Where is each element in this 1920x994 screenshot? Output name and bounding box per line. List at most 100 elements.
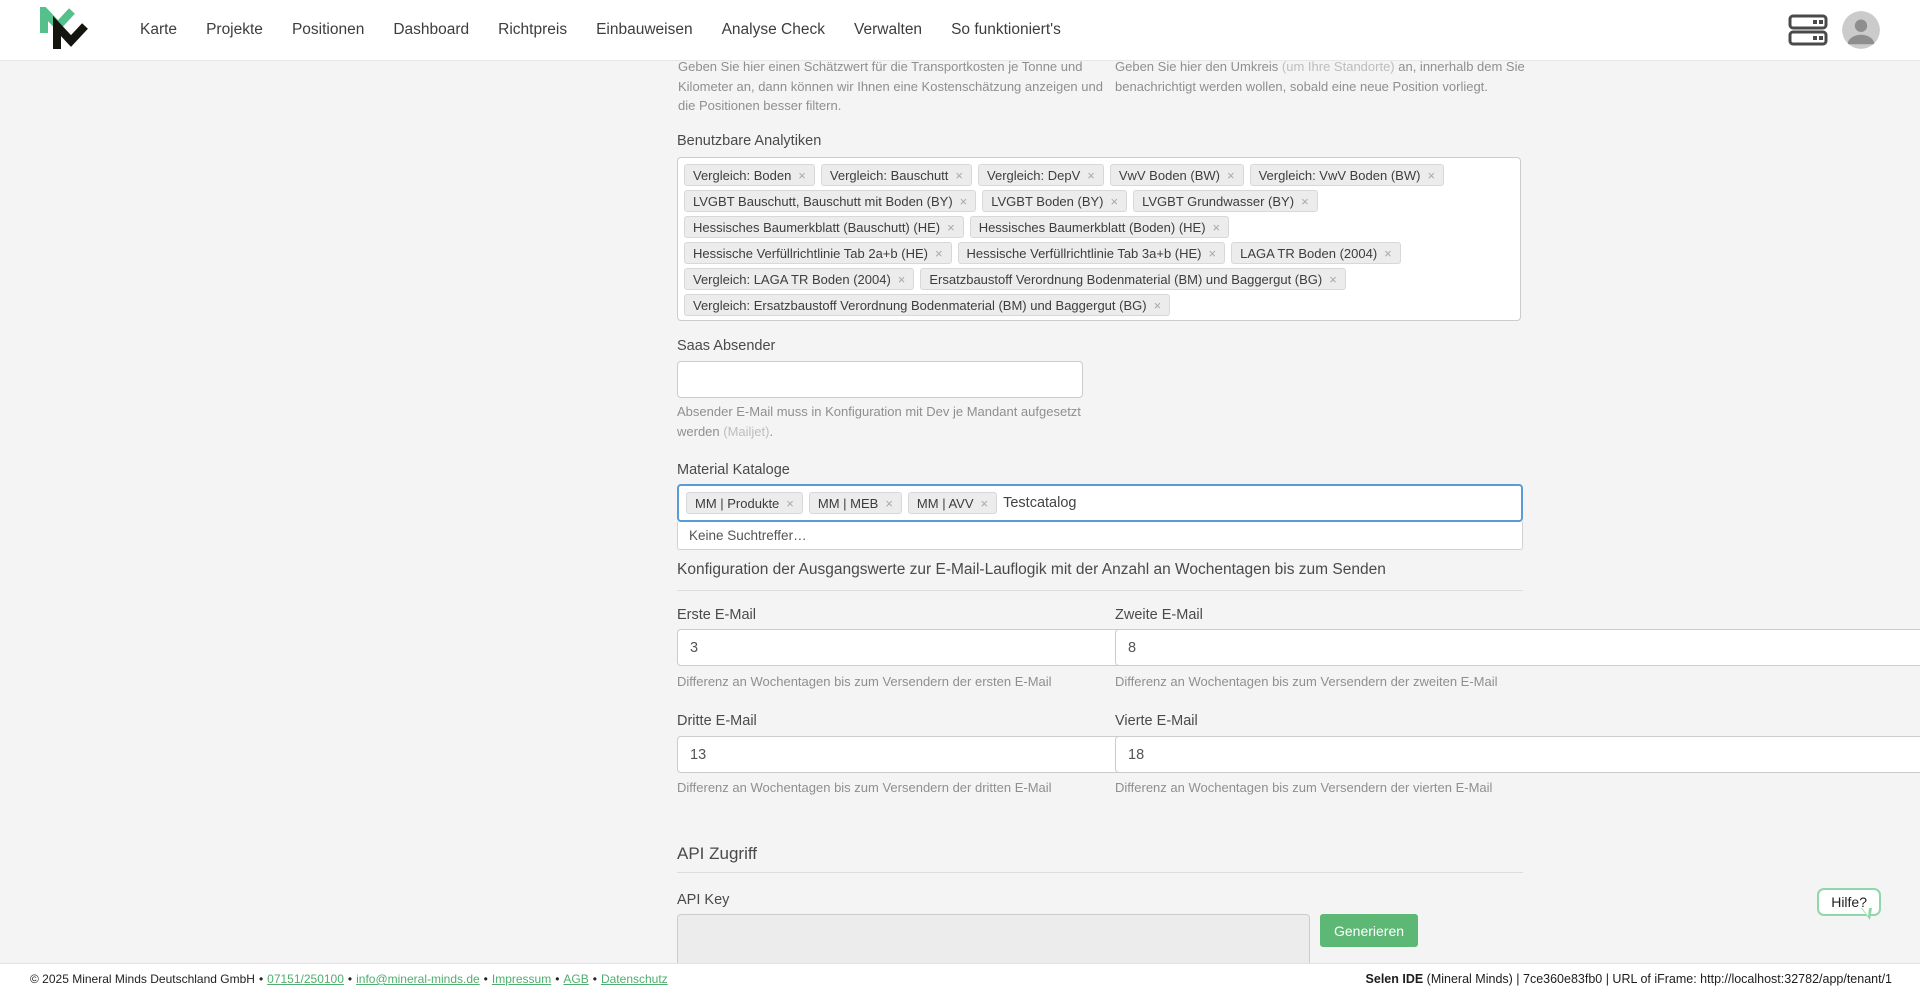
- generate-api-key-button[interactable]: Generieren: [1320, 914, 1418, 947]
- ide-name: Selen IDE: [1366, 972, 1424, 986]
- first-email-help-text: Differenz an Wochentagen bis zum Versend…: [677, 672, 1083, 692]
- material-catalogs-multiselect[interactable]: MM | Produkte × MM | MEB × MM | AVV ×: [677, 484, 1523, 522]
- remove-chip-icon[interactable]: ×: [1213, 221, 1221, 234]
- footer-separator: •: [259, 972, 263, 986]
- navbar-right: [1788, 11, 1880, 49]
- chip-label: VwV Boden (BW): [1119, 168, 1220, 183]
- chip-label: LAGA TR Boden (2004): [1240, 246, 1377, 261]
- saas-sender-input[interactable]: [677, 361, 1083, 398]
- nav-item[interactable]: Projekte: [206, 21, 263, 39]
- catalog-chip: MM | AVV ×: [908, 492, 997, 514]
- nav-item[interactable]: Richtpreis: [498, 21, 567, 39]
- remove-chip-icon[interactable]: ×: [960, 195, 968, 208]
- chip-label: LVGBT Bauschutt, Bauschutt mit Boden (BY…: [693, 194, 953, 209]
- remove-chip-icon[interactable]: ×: [798, 169, 806, 182]
- server-stack-icon[interactable]: [1788, 12, 1828, 48]
- catalog-search-dropdown: Keine Suchtreffer…: [677, 522, 1523, 550]
- nav-item[interactable]: Dashboard: [393, 21, 469, 39]
- remove-chip-icon[interactable]: ×: [981, 497, 989, 510]
- analytics-label: Benutzbare Analytiken: [677, 133, 821, 149]
- analytics-chip: Vergleich: Ersatzbaustoff Verordnung Bod…: [684, 294, 1170, 316]
- footer-link[interactable]: Datenschutz: [601, 972, 668, 986]
- remove-chip-icon[interactable]: ×: [885, 497, 893, 510]
- footer-separator: •: [555, 972, 559, 986]
- catalog-search-input[interactable]: [1003, 495, 1514, 511]
- second-email-label: Zweite E-Mail: [1115, 607, 1523, 623]
- nav-item[interactable]: Karte: [140, 21, 177, 39]
- third-email-help-text: Differenz an Wochentagen bis zum Versend…: [677, 778, 1083, 798]
- chip-label: Hessische Verfüllrichtlinie Tab 3a+b (HE…: [967, 246, 1202, 261]
- api-access-heading: API Zugriff: [677, 844, 757, 864]
- analytics-chip: VwV Boden (BW) ×: [1110, 164, 1244, 186]
- analytics-chip: LVGBT Grundwasser (BY) ×: [1133, 190, 1318, 212]
- chip-label: Vergleich: LAGA TR Boden (2004): [693, 272, 891, 287]
- chip-label: LVGBT Boden (BY): [991, 194, 1103, 209]
- analytics-chip: Hessisches Baumerkblatt (Boden) (HE) ×: [970, 216, 1229, 238]
- analytics-chip: Vergleich: DepV ×: [978, 164, 1104, 186]
- footer-separator: •: [593, 972, 597, 986]
- remove-chip-icon[interactable]: ×: [935, 247, 943, 260]
- analytics-chip: Vergleich: LAGA TR Boden (2004) ×: [684, 268, 914, 290]
- nav-item[interactable]: So funktioniert's: [951, 21, 1061, 39]
- remove-chip-icon[interactable]: ×: [1154, 299, 1162, 312]
- remove-chip-icon[interactable]: ×: [898, 273, 906, 286]
- chip-row: LVGBT Bauschutt, Bauschutt mit Boden (BY…: [684, 190, 1514, 212]
- ide-status-text: (Mineral Minds) | 7ce360e83fb0 | URL of …: [1423, 972, 1892, 986]
- transport-cost-help-text: Geben Sie hier einen Schätzwert für die …: [678, 61, 1113, 116]
- remove-chip-icon[interactable]: ×: [1087, 169, 1095, 182]
- footer-link[interactable]: AGB: [563, 972, 588, 986]
- analytics-chip: Hessische Verfüllrichtlinie Tab 2a+b (HE…: [684, 242, 952, 264]
- footer-separator: •: [484, 972, 488, 986]
- remove-chip-icon[interactable]: ×: [786, 497, 794, 510]
- page-footer: © 2025 Mineral Minds Deutschland GmbH•07…: [0, 963, 1920, 994]
- help-button-label: Hilfe?: [1831, 894, 1867, 910]
- analytics-chip: LVGBT Bauschutt, Bauschutt mit Boden (BY…: [684, 190, 976, 212]
- chip-label: MM | Produkte: [695, 496, 779, 511]
- material-catalogs-label: Material Kataloge: [677, 462, 790, 478]
- analytics-chip: Vergleich: VwV Boden (BW) ×: [1250, 164, 1444, 186]
- remove-chip-icon[interactable]: ×: [947, 221, 955, 234]
- nav-item[interactable]: Einbauweisen: [596, 21, 693, 39]
- nav-item[interactable]: Analyse Check: [722, 21, 825, 39]
- catalog-chip: MM | Produkte ×: [686, 492, 803, 514]
- brand-logo-icon[interactable]: [40, 7, 92, 53]
- footer-link[interactable]: info@mineral-minds.de: [356, 972, 480, 986]
- footer-link[interactable]: 07151/250100: [267, 972, 344, 986]
- catalog-chips: MM | Produkte × MM | MEB × MM | AVV ×: [686, 492, 997, 514]
- analytics-chip: Hessische Verfüllrichtlinie Tab 3a+b (HE…: [958, 242, 1226, 264]
- api-key-label: API Key: [677, 892, 729, 908]
- api-key-input: [677, 914, 1310, 963]
- footer-separator: •: [348, 972, 352, 986]
- chip-label: MM | AVV: [917, 496, 974, 511]
- remove-chip-icon[interactable]: ×: [1427, 169, 1435, 182]
- nav-item[interactable]: Positionen: [292, 21, 364, 39]
- help-button[interactable]: Hilfe?: [1817, 888, 1881, 916]
- footer-link[interactable]: Impressum: [492, 972, 551, 986]
- first-email-label: Erste E-Mail: [677, 607, 1083, 623]
- fourth-email-input[interactable]: [1115, 736, 1920, 773]
- fourth-email-label: Vierte E-Mail: [1115, 713, 1523, 729]
- fourth-email-help-text: Differenz an Wochentagen bis zum Versend…: [1115, 778, 1523, 798]
- chip-label: Vergleich: VwV Boden (BW): [1259, 168, 1421, 183]
- main-nav: Karte Projekte Positionen Dashboard Richtpre…: [140, 21, 1061, 39]
- remove-chip-icon[interactable]: ×: [955, 169, 963, 182]
- top-navbar: Karte Projekte Positionen Dashboard Richtpre…: [0, 0, 1920, 61]
- chip-label: Vergleich: Ersatzbaustoff Verordnung Bod…: [693, 298, 1147, 313]
- remove-chip-icon[interactable]: ×: [1227, 169, 1235, 182]
- analytics-chip: LAGA TR Boden (2004) ×: [1231, 242, 1401, 264]
- second-email-input[interactable]: [1115, 629, 1920, 666]
- saas-sender-help-text: Absender E-Mail muss in Konfiguration mi…: [677, 402, 1092, 441]
- tenant-settings-form: Geben Sie hier einen Schätzwert für die …: [677, 61, 1523, 963]
- remove-chip-icon[interactable]: ×: [1384, 247, 1392, 260]
- nav-item[interactable]: Verwalten: [854, 21, 922, 39]
- remove-chip-icon[interactable]: ×: [1209, 247, 1217, 260]
- chip-label: MM | MEB: [818, 496, 878, 511]
- chip-label: Hessisches Baumerkblatt (Bauschutt) (HE): [693, 220, 940, 235]
- chip-label: Vergleich: DepV: [987, 168, 1080, 183]
- user-avatar-icon[interactable]: [1842, 11, 1880, 49]
- remove-chip-icon[interactable]: ×: [1111, 195, 1119, 208]
- remove-chip-icon[interactable]: ×: [1301, 195, 1309, 208]
- divider: [677, 590, 1523, 591]
- analytics-multiselect[interactable]: Vergleich: Boden × Vergleich: Bauschutt …: [677, 157, 1521, 321]
- remove-chip-icon[interactable]: ×: [1329, 273, 1337, 286]
